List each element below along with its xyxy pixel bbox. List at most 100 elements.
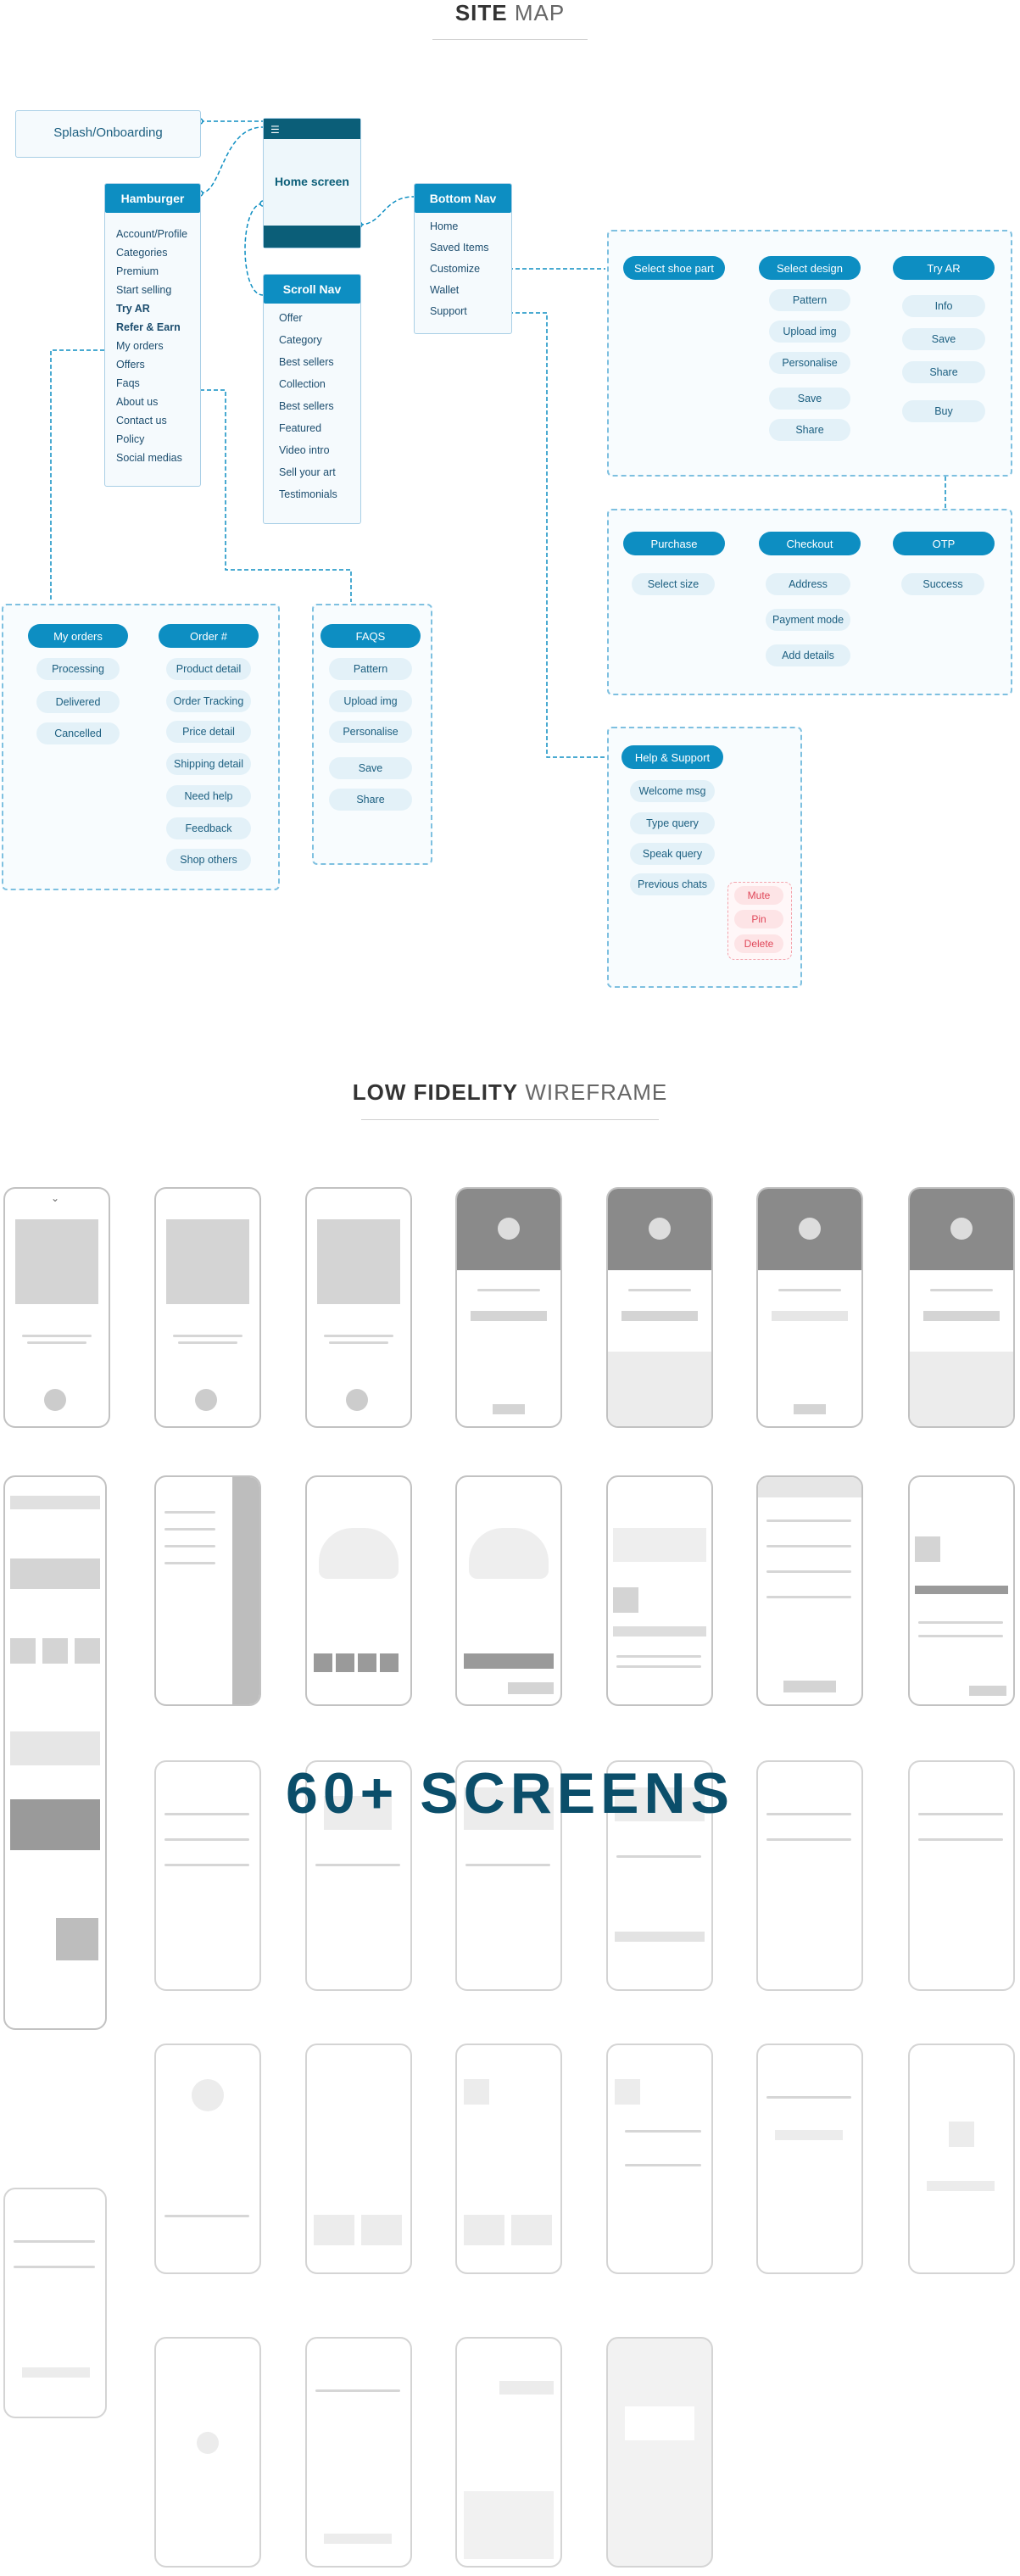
scroll-nav-title: Scroll Nav	[264, 275, 360, 304]
support-item[interactable]: Type query	[630, 812, 715, 834]
wireframe-screen: ⌄	[3, 1187, 110, 1428]
purchase-item[interactable]: Select size	[632, 573, 715, 595]
otp-item[interactable]: Success	[901, 573, 984, 595]
faq-item[interactable]: Save	[329, 757, 412, 779]
home-screen-node[interactable]: ☰ Home screen	[263, 118, 361, 248]
wireframe-screen	[3, 2188, 107, 2418]
select-shoe-part-node[interactable]: Select shoe part	[623, 256, 725, 280]
splash-node[interactable]: Splash/Onboarding	[15, 110, 201, 158]
faq-item[interactable]: Share	[329, 789, 412, 811]
checkout-node[interactable]: Checkout	[759, 532, 861, 555]
checkout-item[interactable]: Add details	[766, 644, 850, 666]
scroll-nav-item[interactable]: Video intro	[279, 444, 330, 456]
next-icon	[44, 1389, 66, 1411]
design-item[interactable]: Share	[769, 419, 850, 441]
design-item[interactable]: Pattern	[769, 289, 850, 311]
mute-action[interactable]: Mute	[734, 886, 783, 905]
home-footer	[264, 226, 360, 248]
wireframe-screen	[3, 1475, 107, 2030]
bottom-nav-item[interactable]: Saved Items	[430, 242, 488, 254]
help-support-node[interactable]: Help & Support	[621, 745, 723, 769]
wireframe-screen	[756, 1187, 863, 1428]
my-orders-node[interactable]: My orders	[28, 624, 128, 648]
scroll-nav-item[interactable]: Sell your art	[279, 466, 336, 478]
bottom-nav-item[interactable]: Customize	[430, 263, 480, 275]
scroll-nav-item[interactable]: Offer	[279, 312, 303, 324]
screens-count-overlay: 60+ SCREENS	[286, 1761, 734, 1826]
hamburger-item[interactable]: Offers	[116, 359, 145, 371]
ar-item[interactable]: Info	[902, 295, 985, 317]
order-detail-item[interactable]: Order Tracking	[166, 690, 251, 712]
support-item[interactable]: Welcome msg	[630, 780, 715, 802]
otp-node[interactable]: OTP	[893, 532, 995, 555]
next-icon	[346, 1389, 368, 1411]
select-design-node[interactable]: Select design	[759, 256, 861, 280]
hamburger-item[interactable]: Faqs	[116, 377, 140, 389]
bottom-nav-item[interactable]: Home	[430, 220, 458, 232]
order-number-node[interactable]: Order #	[159, 624, 259, 648]
scroll-nav-item[interactable]: Best sellers	[279, 400, 334, 412]
home-label: Home screen	[275, 175, 349, 188]
scroll-nav-item[interactable]: Category	[279, 334, 322, 346]
design-item[interactable]: Upload img	[769, 321, 850, 343]
orders-status-item[interactable]: Delivered	[36, 691, 120, 713]
hamburger-title: Hamburger	[105, 184, 200, 213]
wireframe-screen	[908, 2044, 1015, 2274]
order-detail-item[interactable]: Shop others	[166, 849, 251, 871]
checkout-item[interactable]: Payment mode	[766, 609, 850, 631]
hamburger-item[interactable]: Contact us	[116, 415, 167, 427]
orders-status-item[interactable]: Processing	[36, 658, 120, 680]
pin-action[interactable]: Pin	[734, 910, 783, 928]
support-item[interactable]: Previous chats	[630, 873, 715, 895]
faqs-node[interactable]: FAQS	[320, 624, 421, 648]
bottom-nav-item[interactable]: Wallet	[430, 284, 459, 296]
hamburger-item[interactable]: Start selling	[116, 284, 171, 296]
next-icon	[195, 1389, 217, 1411]
order-detail-item[interactable]: Feedback	[166, 817, 251, 839]
order-detail-item[interactable]: Shipping detail	[166, 753, 251, 775]
bottom-nav-node[interactable]: Bottom Nav Home Saved Items Customize Wa…	[414, 183, 512, 334]
order-detail-item[interactable]: Need help	[166, 785, 251, 807]
hamburger-item[interactable]: Account/Profile	[116, 228, 187, 240]
try-ar-node[interactable]: Try AR	[893, 256, 995, 280]
hamburger-item[interactable]: Try AR	[116, 303, 150, 315]
scroll-nav-item[interactable]: Collection	[279, 378, 326, 390]
hamburger-item[interactable]: Categories	[116, 247, 167, 259]
hamburger-item[interactable]: Social medias	[116, 452, 182, 464]
wireframe-screen	[305, 1475, 412, 1706]
wireframe-screen	[154, 2337, 261, 2568]
faq-item[interactable]: Upload img	[329, 690, 412, 712]
design-item[interactable]: Save	[769, 388, 850, 410]
checkout-item[interactable]: Address	[766, 573, 850, 595]
bottom-nav-item[interactable]: Support	[430, 305, 467, 317]
scroll-nav-item[interactable]: Featured	[279, 422, 321, 434]
faq-item[interactable]: Pattern	[329, 658, 412, 680]
ar-item[interactable]: Buy	[902, 400, 985, 422]
wireframe-screen	[305, 1187, 412, 1428]
support-item[interactable]: Speak query	[630, 843, 715, 865]
order-detail-item[interactable]: Price detail	[166, 721, 251, 743]
wireframe-screen	[455, 2044, 562, 2274]
shoe-image	[469, 1528, 549, 1579]
wireframe-screen	[455, 1187, 562, 1428]
hamburger-item[interactable]: Refer & Earn	[116, 321, 181, 333]
wireframe-screen	[455, 1475, 562, 1706]
scroll-nav-node[interactable]: Scroll Nav Offer Category Best sellers C…	[263, 274, 361, 524]
order-detail-item[interactable]: Product detail	[166, 658, 251, 680]
design-item[interactable]: Personalise	[769, 352, 850, 374]
ar-item[interactable]: Save	[902, 328, 985, 350]
hamburger-item[interactable]: Premium	[116, 265, 159, 277]
hamburger-item[interactable]: Policy	[116, 433, 144, 445]
scroll-nav-item[interactable]: Best sellers	[279, 356, 334, 368]
wireframe-divider	[361, 1119, 659, 1120]
purchase-node[interactable]: Purchase	[623, 532, 725, 555]
hamburger-node[interactable]: Hamburger Account/Profile Categories Pre…	[104, 183, 201, 487]
hamburger-item[interactable]: My orders	[116, 340, 164, 352]
scroll-nav-item[interactable]: Testimonials	[279, 488, 337, 500]
delete-action[interactable]: Delete	[734, 934, 783, 953]
hamburger-item[interactable]: About us	[116, 396, 158, 408]
ar-item[interactable]: Share	[902, 361, 985, 383]
faq-item[interactable]: Personalise	[329, 721, 412, 743]
chevron-down-icon: ⌄	[51, 1192, 60, 1204]
orders-status-item[interactable]: Cancelled	[36, 722, 120, 744]
